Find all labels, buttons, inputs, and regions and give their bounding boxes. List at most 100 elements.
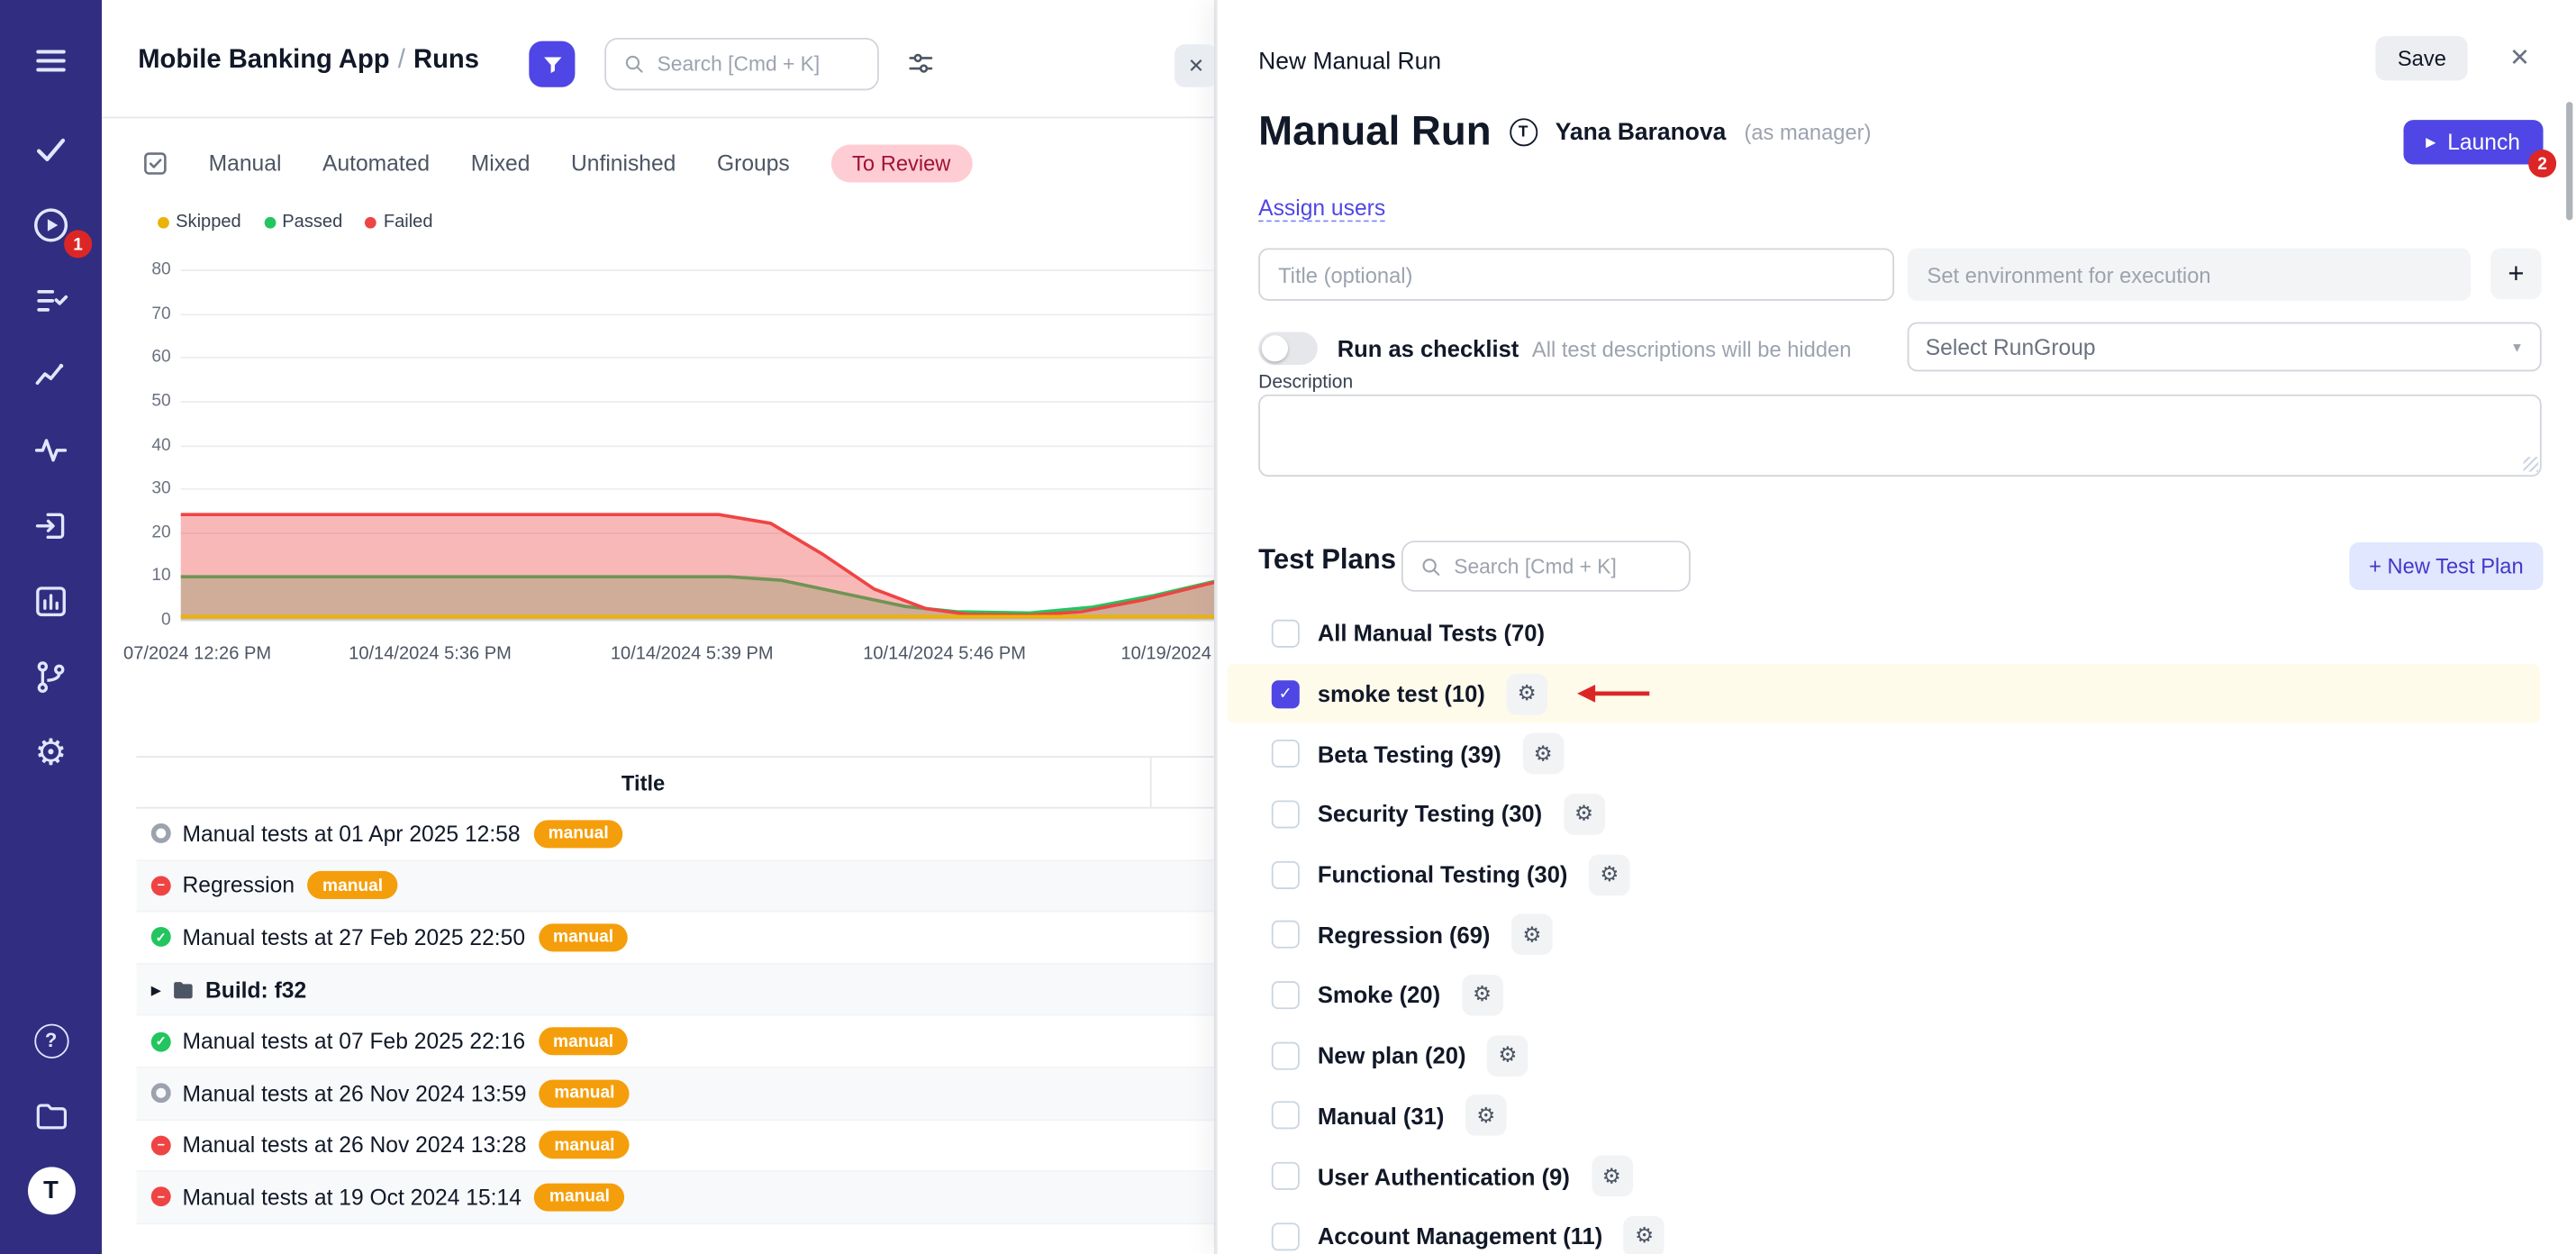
test-plan-row[interactable]: Security Testing (30) ⚙ <box>1228 784 2540 844</box>
plan-label[interactable]: All Manual Tests (70) <box>1318 620 1545 646</box>
run-title[interactable]: Manual tests at 27 Feb 2025 22:50 <box>182 925 525 950</box>
plan-gear-icon[interactable]: ⚙ <box>1589 854 1630 895</box>
run-title-input[interactable] <box>1258 248 1894 300</box>
table-row[interactable]: Manual tests at 01 Apr 2025 12:58manual <box>136 809 1215 861</box>
tab-automated[interactable]: Automated <box>322 151 430 176</box>
test-plan-row[interactable]: Regression (69) ⚙ <box>1228 904 2540 965</box>
run-as-checklist-toggle[interactable] <box>1258 332 1318 365</box>
scrollbar-thumb[interactable] <box>2566 102 2572 220</box>
test-plan-row[interactable]: Beta Testing (39) ⚙ <box>1228 723 2540 784</box>
expand-caret-icon[interactable]: ▶ <box>151 982 171 996</box>
plan-label[interactable]: Regression (69) <box>1318 922 1491 948</box>
assign-users-link[interactable]: Assign users <box>1258 195 1385 222</box>
plan-label[interactable]: User Authentication (9) <box>1318 1163 1570 1189</box>
pulse-icon[interactable] <box>23 423 79 478</box>
rungroup-select[interactable]: Select RunGroup ▼ <box>1908 323 2542 372</box>
run-title[interactable]: Regression <box>182 873 295 897</box>
plan-gear-icon[interactable]: ⚙ <box>1506 673 1547 714</box>
test-plan-row[interactable]: New plan (20) ⚙ <box>1228 1025 2540 1086</box>
test-plan-row[interactable]: ✓ smoke test (10) ⚙ <box>1228 663 2540 723</box>
test-plans-search-input[interactable] <box>1454 555 1673 578</box>
test-plan-row[interactable]: All Manual Tests (70) <box>1228 604 2540 664</box>
environment-input[interactable] <box>1908 248 2472 300</box>
plan-gear-icon[interactable]: ⚙ <box>1624 1216 1665 1254</box>
select-all-icon[interactable] <box>141 150 169 177</box>
plan-checkbox[interactable] <box>1272 1222 1300 1250</box>
plan-checkbox[interactable] <box>1272 1041 1300 1069</box>
table-row[interactable]: ✓Manual tests at 07 Feb 2025 22:16manual <box>136 1016 1215 1068</box>
table-row[interactable]: −Manual tests at 26 Nov 2024 13:28manual <box>136 1120 1215 1172</box>
tab-unfinished[interactable]: Unfinished <box>571 151 676 176</box>
runs-search-input[interactable] <box>658 52 861 76</box>
plan-label[interactable]: Manual (31) <box>1318 1103 1444 1129</box>
test-plan-row[interactable]: Functional Testing (30) ⚙ <box>1228 844 2540 904</box>
test-plan-row[interactable]: Account Management (11) ⚙ <box>1228 1206 2540 1254</box>
sign-in-icon[interactable] <box>23 498 79 554</box>
test-plan-row[interactable]: Manual (31) ⚙ <box>1228 1086 2540 1146</box>
add-environment-button[interactable]: + <box>2490 248 2542 299</box>
app-logo[interactable]: T <box>23 1162 79 1218</box>
plan-checkbox[interactable] <box>1272 620 1300 648</box>
test-plan-row[interactable]: User Authentication (9) ⚙ <box>1228 1146 2540 1206</box>
tab-mixed[interactable]: Mixed <box>471 151 531 176</box>
plan-gear-icon[interactable]: ⚙ <box>1522 733 1564 775</box>
modal-close-button[interactable]: ✕ <box>2509 42 2530 72</box>
projects-folder-icon[interactable] <box>23 1088 79 1144</box>
plan-gear-icon[interactable]: ⚙ <box>1564 794 1605 835</box>
table-row[interactable]: Manual tests at 26 Nov 2024 13:59manual <box>136 1068 1215 1121</box>
run-title[interactable]: Manual tests at 26 Nov 2024 13:59 <box>182 1081 526 1105</box>
help-icon[interactable]: ? <box>23 1013 79 1068</box>
tab-to-review[interactable]: To Review <box>830 145 972 183</box>
filter-settings-icon[interactable] <box>907 50 935 77</box>
tab-groups[interactable]: Groups <box>717 151 790 176</box>
test-list-icon[interactable] <box>23 273 79 329</box>
plan-gear-icon[interactable]: ⚙ <box>1592 1156 1633 1197</box>
plan-label[interactable]: Account Management (11) <box>1318 1223 1602 1249</box>
branch-icon[interactable] <box>23 650 79 705</box>
runs-panel-close-button[interactable]: ✕ <box>1175 44 1216 86</box>
table-row[interactable]: ✓Manual tests at 27 Feb 2025 22:50manual <box>136 913 1215 965</box>
plan-checkbox[interactable] <box>1272 800 1300 828</box>
run-title[interactable]: Manual tests at 19 Oct 2024 15:14 <box>182 1185 521 1209</box>
table-row[interactable]: −Manual tests at 19 Oct 2024 15:14manual <box>136 1172 1215 1224</box>
plan-label[interactable]: Beta Testing (39) <box>1318 741 1501 767</box>
plan-label[interactable]: Smoke (20) <box>1318 982 1440 1008</box>
runs-play-icon[interactable]: 1 <box>23 197 79 253</box>
check-icon[interactable] <box>23 122 79 177</box>
breadcrumb-project[interactable]: Mobile Banking App <box>138 46 389 74</box>
filter-button[interactable] <box>529 41 575 87</box>
tab-manual[interactable]: Manual <box>209 151 282 176</box>
launch-button[interactable]: ▶ Launch 2 <box>2403 120 2544 164</box>
resize-handle[interactable] <box>2524 457 2538 471</box>
plan-label[interactable]: Security Testing (30) <box>1318 801 1542 827</box>
plan-checkbox[interactable] <box>1272 860 1300 888</box>
test-plan-row[interactable]: Smoke (20) ⚙ <box>1228 965 2540 1025</box>
new-test-plan-button[interactable]: + New Test Plan <box>2349 542 2543 590</box>
plan-checkbox[interactable] <box>1272 1162 1300 1190</box>
series-area-failed <box>181 514 1216 620</box>
plan-gear-icon[interactable]: ⚙ <box>1462 975 1503 1016</box>
plan-checkbox[interactable] <box>1272 981 1300 1009</box>
analytics-icon[interactable] <box>23 347 79 403</box>
plan-label[interactable]: New plan (20) <box>1318 1042 1466 1068</box>
plan-gear-icon[interactable]: ⚙ <box>1465 1095 1507 1137</box>
run-title[interactable]: Manual tests at 07 Feb 2025 22:16 <box>182 1029 525 1053</box>
settings-gear-icon[interactable]: ⚙ <box>23 725 79 781</box>
save-button[interactable]: Save <box>2376 36 2467 80</box>
run-title[interactable]: Manual tests at 26 Nov 2024 13:28 <box>182 1133 526 1158</box>
plan-checkbox[interactable] <box>1272 1102 1300 1130</box>
plan-gear-icon[interactable]: ⚙ <box>1511 914 1553 956</box>
reports-icon[interactable] <box>23 574 79 630</box>
description-textarea[interactable] <box>1258 395 2542 477</box>
plan-checkbox[interactable] <box>1272 921 1300 949</box>
plan-label[interactable]: Functional Testing (30) <box>1318 861 1568 887</box>
plan-gear-icon[interactable]: ⚙ <box>1487 1035 1528 1077</box>
table-row[interactable]: −Regressionmanual <box>136 860 1215 913</box>
run-title[interactable]: Manual tests at 01 Apr 2025 12:58 <box>182 822 520 846</box>
table-group-row[interactable]: ▶Build: f32 <box>136 965 1215 1017</box>
plan-label[interactable]: smoke test (10) <box>1318 680 1485 706</box>
plan-checkbox[interactable] <box>1272 740 1300 768</box>
menu-icon[interactable] <box>23 32 79 88</box>
new-run-modal: New Manual Run Save ✕ Manual Run T Yana … <box>1216 0 2576 1254</box>
plan-checkbox[interactable]: ✓ <box>1272 679 1300 707</box>
